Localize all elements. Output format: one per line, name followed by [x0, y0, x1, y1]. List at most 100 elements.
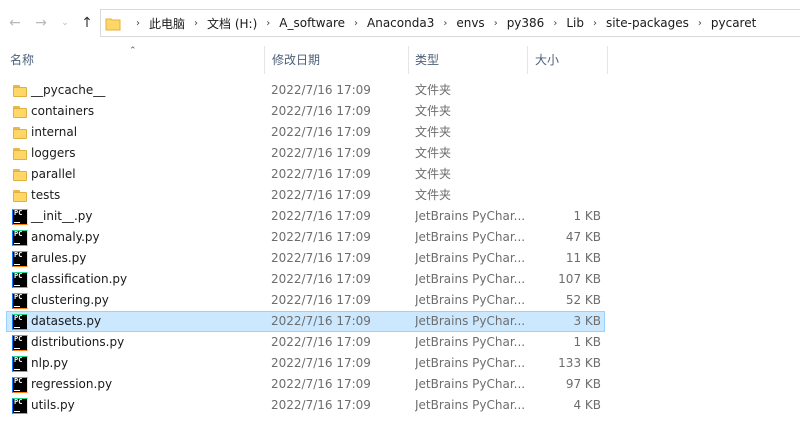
breadcrumb-item[interactable]: Anaconda3 — [367, 16, 434, 30]
breadcrumb-item[interactable]: py386 — [507, 16, 545, 30]
file-size: 133 KB — [558, 356, 601, 370]
chevron-right-icon[interactable]: › — [698, 18, 702, 29]
file-size: 107 KB — [558, 272, 601, 286]
pycharm-file-icon: PC — [12, 230, 28, 246]
chevron-right-icon[interactable]: › — [136, 18, 140, 29]
file-name: datasets.py — [31, 314, 102, 328]
folder-icon — [12, 167, 28, 183]
file-size: 47 KB — [565, 230, 601, 244]
column-size-header[interactable]: 大小 — [525, 46, 607, 74]
file-row[interactable]: PC distributions.py 2022/7/16 17:09 JetBrai… — [6, 332, 605, 353]
pycharm-file-icon: PC — [12, 377, 28, 393]
file-date: 2022/7/16 17:09 — [271, 272, 371, 286]
file-row[interactable]: PC __init__.py 2022/7/16 17:09 JetBrains Py… — [6, 206, 605, 227]
file-name: loggers — [31, 146, 76, 160]
file-name: utils.py — [31, 398, 75, 412]
breadcrumb-item[interactable]: Lib — [566, 16, 584, 30]
file-name: __pycache__ — [31, 83, 106, 97]
file-row[interactable]: parallel 2022/7/16 17:09 文件夹 — [6, 164, 605, 185]
file-date: 2022/7/16 17:09 — [271, 293, 371, 307]
chevron-right-icon[interactable]: › — [494, 18, 498, 29]
pycharm-file-icon: PC — [12, 251, 28, 267]
file-type: JetBrains PyChar... — [415, 251, 526, 265]
file-date: 2022/7/16 17:09 — [271, 125, 371, 139]
chevron-down-icon[interactable]: ⌄ — [54, 12, 76, 34]
file-size: 4 KB — [573, 398, 601, 412]
file-size: 3 KB — [573, 314, 601, 328]
file-date: 2022/7/16 17:09 — [271, 230, 371, 244]
file-date: 2022/7/16 17:09 — [271, 167, 371, 181]
file-size: 1 KB — [573, 209, 601, 223]
arrow-left-icon[interactable]: ← — [4, 12, 26, 34]
breadcrumb-item[interactable]: A_software — [279, 16, 345, 30]
file-name: __init__.py — [31, 209, 93, 223]
file-row[interactable]: PC regression.py 2022/7/16 17:09 JetBrains … — [6, 374, 605, 395]
breadcrumb-item[interactable]: envs — [456, 16, 484, 30]
file-name: internal — [31, 125, 78, 139]
file-size — [527, 186, 601, 205]
file-row[interactable]: internal 2022/7/16 17:09 文件夹 — [6, 122, 605, 143]
file-date: 2022/7/16 17:09 — [271, 188, 371, 202]
chevron-right-icon[interactable]: › — [194, 18, 198, 29]
chevron-right-icon[interactable]: › — [354, 18, 358, 29]
chevron-right-icon[interactable]: › — [266, 18, 270, 29]
chevron-right-icon[interactable]: › — [593, 18, 597, 29]
folder-icon — [12, 104, 28, 120]
file-date: 2022/7/16 17:09 — [271, 146, 371, 160]
file-type: JetBrains PyChar... — [415, 314, 526, 328]
file-row[interactable]: PC arules.py 2022/7/16 17:09 JetBrains PyCh… — [6, 248, 605, 269]
file-type: JetBrains PyChar... — [415, 335, 526, 349]
breadcrumb-item[interactable]: site-packages — [606, 16, 689, 30]
file-size: 11 KB — [565, 251, 601, 265]
column-divider[interactable] — [607, 46, 608, 74]
file-name: classification.py — [31, 272, 128, 286]
file-size: 52 KB — [565, 293, 601, 307]
file-name: anomaly.py — [31, 230, 100, 244]
file-row[interactable]: containers 2022/7/16 17:09 文件夹 — [6, 101, 605, 122]
file-size — [527, 123, 601, 142]
file-name: distributions.py — [31, 335, 125, 349]
file-type: JetBrains PyChar... — [415, 272, 526, 286]
address-bar[interactable]: › 此电脑 › 文档 (H:) › A_software › Anaconda3 › envs › p… — [100, 9, 800, 37]
file-size: 1 KB — [573, 335, 601, 349]
file-row[interactable]: loggers 2022/7/16 17:09 文件夹 — [6, 143, 605, 164]
file-date: 2022/7/16 17:09 — [271, 335, 371, 349]
file-name: arules.py — [31, 251, 87, 265]
file-row[interactable]: PC utils.py 2022/7/16 17:09 JetBrains PyCha… — [6, 395, 605, 416]
breadcrumb-item[interactable]: 此电脑 — [149, 15, 185, 32]
arrow-up-icon[interactable]: ↑ — [76, 12, 98, 34]
pycharm-file-icon: PC — [12, 335, 28, 351]
pycharm-file-icon: PC — [12, 209, 28, 225]
file-date: 2022/7/16 17:09 — [271, 104, 371, 118]
file-row[interactable]: PC anomaly.py 2022/7/16 17:09 JetBrains PyC… — [6, 227, 605, 248]
file-type: JetBrains PyChar... — [415, 356, 526, 370]
file-type: JetBrains PyChar... — [415, 209, 526, 223]
column-name-header[interactable]: 名称 — [0, 46, 264, 74]
file-size — [527, 165, 601, 184]
file-row[interactable]: tests 2022/7/16 17:09 文件夹 — [6, 185, 605, 206]
file-date: 2022/7/16 17:09 — [271, 83, 371, 97]
column-date-header[interactable]: 修改日期 — [262, 46, 408, 74]
file-row[interactable]: PC clustering.py 2022/7/16 17:09 JetBrains … — [6, 290, 605, 311]
pycharm-file-icon: PC — [12, 293, 28, 309]
pycharm-file-icon: PC — [12, 356, 28, 372]
file-name: tests — [31, 188, 61, 202]
file-name: nlp.py — [31, 356, 69, 370]
file-row[interactable]: PC datasets.py 2022/7/16 17:09 JetBrains Py… — [6, 311, 605, 332]
file-date: 2022/7/16 17:09 — [271, 356, 371, 370]
chevron-right-icon[interactable]: › — [443, 18, 447, 29]
pycharm-file-icon: PC — [12, 272, 28, 288]
chevron-right-icon[interactable]: › — [553, 18, 557, 29]
file-row[interactable]: PC classification.py 2022/7/16 17:09 JetBra… — [6, 269, 605, 290]
file-size: 97 KB — [565, 377, 601, 391]
file-row[interactable]: __pycache__ 2022/7/16 17:09 文件夹 — [6, 80, 605, 101]
file-row[interactable]: PC nlp.py 2022/7/16 17:09 JetBrains PyChar.… — [6, 353, 605, 374]
folder-icon — [12, 188, 28, 204]
breadcrumb-item[interactable]: pycaret — [711, 16, 756, 30]
file-date: 2022/7/16 17:09 — [271, 377, 371, 391]
arrow-right-icon[interactable]: → — [30, 12, 52, 34]
breadcrumb-item[interactable]: 文档 (H:) — [207, 15, 257, 32]
column-header: ⌃ 名称 修改日期 类型 大小 — [0, 46, 800, 74]
folder-icon — [12, 125, 28, 141]
column-type-header[interactable]: 类型 — [405, 46, 527, 74]
